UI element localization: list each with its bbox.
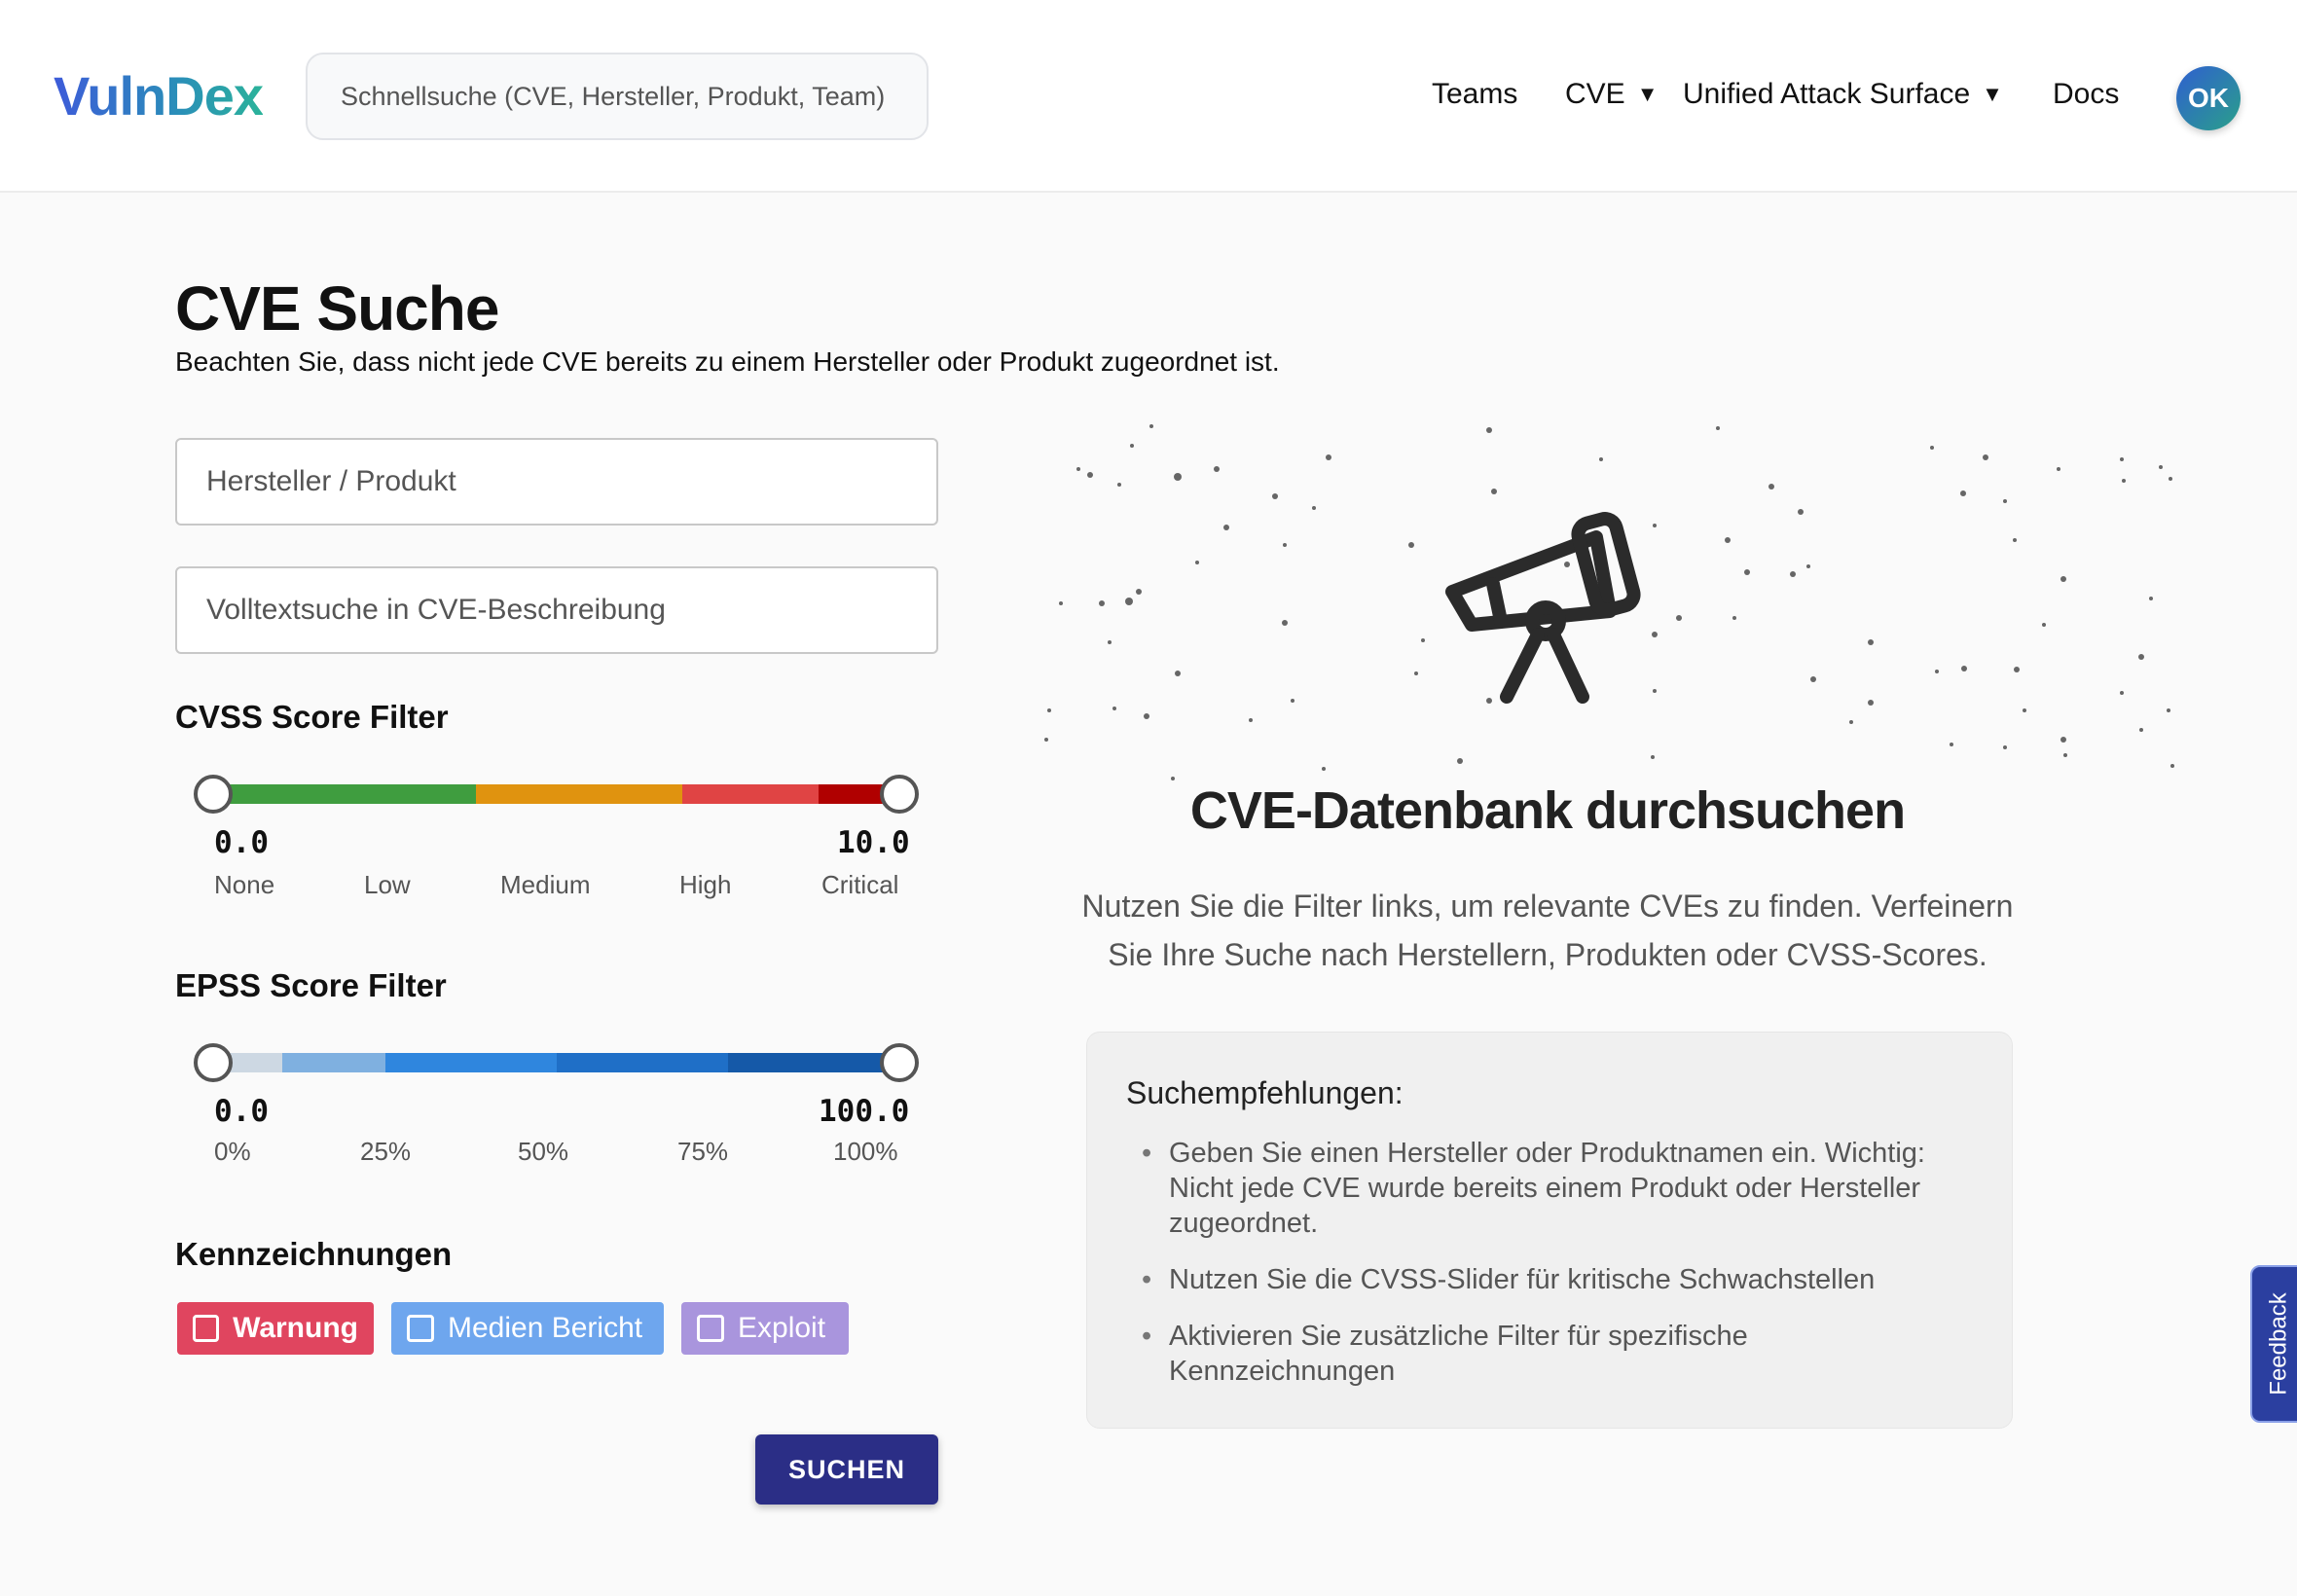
hero-title: CVE-Datenbank durchsuchen [1189,781,1906,840]
caret-down-icon: ▼ [1636,82,1659,106]
vendor-product-input[interactable]: Hersteller / Produkt [175,438,938,526]
cvss-min-value: 0.0 [214,825,269,860]
checkbox-icon [193,1315,220,1342]
epss-tick-label: 50% [518,1137,569,1166]
epss-min-handle[interactable] [194,1043,233,1082]
cvss-tick-label: Critical [821,870,899,899]
nav-docs[interactable]: Docs [2053,78,2119,111]
epss-slider-track[interactable] [212,1053,899,1072]
app-logo[interactable]: VulnDex [54,64,264,127]
caret-down-icon: ▼ [1982,82,2003,106]
tip-item: Aktivieren Sie zusätzliche Filter für sp… [1142,1319,1967,1389]
epss-tick-label: 25% [360,1137,412,1166]
tag-exploit-checkbox[interactable]: Exploit [681,1302,849,1355]
epss-filter-label: EPSS Score Filter [175,967,447,1003]
tag-warnung-checkbox[interactable]: Warnung [177,1302,374,1355]
tip-item: Geben Sie einen Hersteller oder Produktn… [1142,1136,1967,1241]
cvss-filter-label: CVSS Score Filter [175,699,449,735]
cvss-tick-label: High [679,870,732,899]
tag-label: Exploit [738,1312,826,1344]
cvss-segment-low [212,784,476,804]
hero-description: Nutzen Sie die Filter links, um relevant… [1081,889,2014,972]
cvss-segment-high [682,784,819,804]
cvss-tick-label: None [214,870,275,899]
telescope-icon [1445,512,1641,704]
user-avatar[interactable]: OK [2176,66,2241,130]
tips-title: Suchempfehlungen: [1126,1075,1404,1110]
nav-teams-label: Teams [1432,78,1518,110]
page-subtitle: Beachten Sie, dass nicht jede CVE bereit… [175,346,1280,377]
tags-label: Kennzeichnungen [175,1236,453,1272]
epss-max-handle[interactable] [880,1043,919,1082]
epss-max-value: 100.0 [819,1094,910,1129]
search-tips-panel: Suchempfehlungen: Geben Sie einen Herste… [1086,1032,2013,1429]
search-button[interactable]: SUCHEN [755,1434,938,1505]
epss-tick-label: 100% [833,1137,898,1166]
tag-label: Medien Bericht [448,1312,643,1344]
tip-item: Nutzen Sie die CVSS-Slider für kritische… [1142,1262,1967,1297]
cvss-max-handle[interactable] [880,775,919,814]
epss-tick-label: 0% [214,1137,251,1166]
nav-uas-label: Unified Attack Surface [1683,78,1971,110]
epss-segment [385,1053,557,1072]
page-title: CVE Suche [175,273,499,344]
epss-segment [728,1053,899,1072]
nav-cve-dropdown[interactable]: CVE ▼ [1565,78,1658,111]
cvss-tick-label: Medium [500,870,591,899]
top-header: VulnDex Schnellsuche (CVE, Hersteller, P… [0,0,2297,193]
tag-label: Warnung [233,1312,358,1344]
nav-uas-dropdown[interactable]: Unified Attack Surface ▼ [1683,78,2003,111]
feedback-tab[interactable]: Feedback [2250,1265,2297,1423]
tips-list: Geben Sie einen Hersteller oder Produktn… [1142,1136,1967,1410]
nav-cve-label: CVE [1565,78,1625,110]
cvss-segment-medium [476,784,682,804]
nav-teams[interactable]: Teams [1432,78,1517,111]
cvss-min-handle[interactable] [194,775,233,814]
cvss-slider-track[interactable] [212,784,899,804]
nav-docs-label: Docs [2053,78,2120,110]
epss-min-value: 0.0 [214,1094,269,1129]
checkbox-icon [407,1315,434,1342]
epss-segment [282,1053,385,1072]
epss-tick-label: 75% [677,1137,729,1166]
cvss-tick-label: Low [364,870,411,899]
tag-medien-bericht-checkbox[interactable]: Medien Bericht [391,1302,664,1355]
checkbox-icon [697,1315,724,1342]
epss-segment [557,1053,728,1072]
feedback-label: Feedback [2266,1292,2292,1396]
quick-search-input[interactable]: Schnellsuche (CVE, Hersteller, Produkt, … [306,53,929,140]
cvss-max-value: 10.0 [837,825,910,860]
fulltext-input[interactable]: Volltextsuche in CVE-Beschreibung [175,566,938,654]
